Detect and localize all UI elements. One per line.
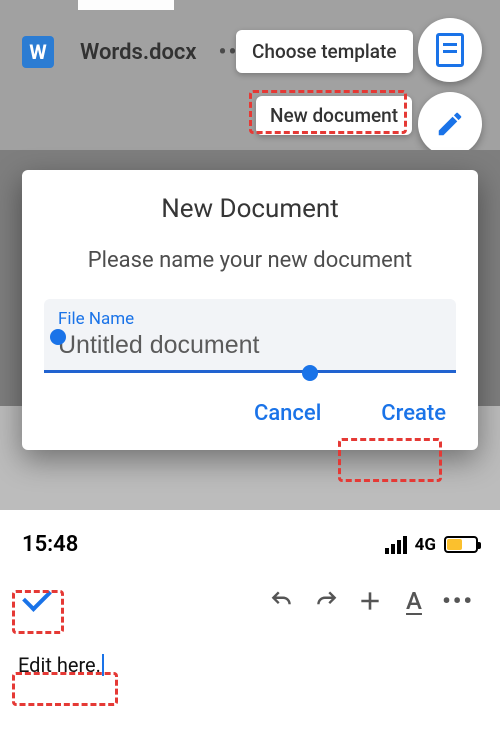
insert-button[interactable] bbox=[348, 579, 392, 623]
menu-choose-template[interactable]: Choose template bbox=[236, 30, 413, 73]
redo-button[interactable] bbox=[304, 579, 348, 623]
redo-icon bbox=[313, 588, 339, 614]
doc-thumbnail bbox=[78, 0, 174, 10]
editor-screen: 15:48 4G bbox=[0, 526, 500, 750]
file-name-label: File Name bbox=[58, 309, 442, 329]
more-horizontal-icon: ••• bbox=[442, 587, 474, 615]
confirm-button[interactable] bbox=[20, 579, 64, 623]
status-clock: 15:48 bbox=[22, 532, 78, 557]
pencil-icon bbox=[435, 109, 465, 139]
file-name-field[interactable]: File Name bbox=[44, 299, 456, 373]
signal-bars-icon bbox=[385, 536, 407, 554]
fab-template[interactable] bbox=[418, 18, 482, 82]
body-text: Edit here. bbox=[18, 653, 101, 677]
file-name-input[interactable] bbox=[58, 331, 442, 360]
text-format-icon: A bbox=[406, 587, 422, 615]
dialog-actions: Cancel Create bbox=[44, 395, 456, 432]
editor-toolbar: A ••• bbox=[0, 557, 500, 623]
undo-icon bbox=[269, 588, 295, 614]
create-button[interactable]: Create bbox=[371, 395, 456, 432]
undo-button[interactable] bbox=[260, 579, 304, 623]
battery-icon bbox=[444, 536, 478, 553]
document-icon bbox=[436, 33, 464, 67]
document-title: Words.docx bbox=[80, 40, 197, 65]
status-bar: 15:48 4G bbox=[0, 526, 500, 557]
word-file-icon: W bbox=[22, 36, 54, 68]
menu-new-document[interactable]: New document bbox=[256, 96, 412, 135]
dialog-title: New Document bbox=[44, 194, 456, 224]
text-format-button[interactable]: A bbox=[392, 579, 436, 623]
fab-new-document[interactable] bbox=[418, 92, 482, 156]
text-cursor bbox=[102, 654, 104, 676]
more-button[interactable]: ••• bbox=[436, 579, 480, 623]
new-document-dialog: New Document Please name your new docume… bbox=[22, 170, 478, 450]
network-label: 4G bbox=[415, 535, 436, 555]
document-body[interactable]: Edit here. bbox=[18, 653, 500, 677]
selection-handle-start[interactable] bbox=[50, 329, 66, 345]
check-icon bbox=[25, 584, 59, 618]
dialog-subtitle: Please name your new document bbox=[44, 248, 456, 273]
cancel-button[interactable]: Cancel bbox=[244, 395, 331, 432]
selection-handle-end[interactable] bbox=[302, 365, 318, 381]
plus-icon bbox=[357, 588, 383, 614]
